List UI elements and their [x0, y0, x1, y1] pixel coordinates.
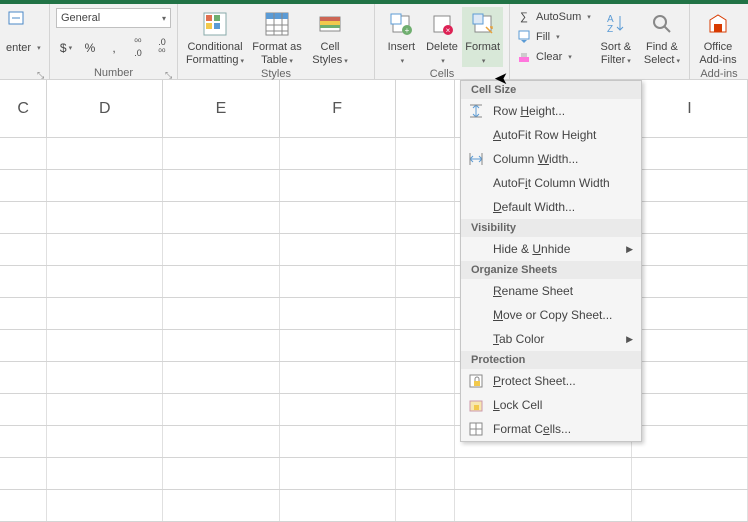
protect-sheet-icon	[467, 372, 485, 390]
conditional-formatting-icon	[200, 9, 230, 39]
column-width-icon	[467, 150, 485, 168]
eraser-icon	[516, 49, 532, 65]
currency-button[interactable]: $▾	[56, 38, 76, 58]
decrease-decimal-button[interactable]: .0⁰⁰	[152, 38, 172, 58]
lock-cell-icon	[467, 396, 485, 414]
menu-hide-unhide[interactable]: Hide & Unhide▶	[461, 237, 641, 261]
format-as-table-icon	[262, 9, 292, 39]
clear-button[interactable]: Clear▾	[516, 47, 591, 67]
styles-group-label: Styles	[261, 68, 291, 80]
column-header[interactable]: D	[47, 80, 163, 137]
format-dropdown-menu: Cell Size Row Height... AutoFit Row Heig…	[460, 80, 642, 442]
insert-button[interactable]: + Insert▾	[381, 7, 422, 67]
svg-text:+: +	[405, 26, 410, 35]
column-header[interactable]: E	[163, 80, 279, 137]
group-cells: + Insert▾ × Delete▾ Format▾ Cells	[375, 4, 510, 80]
autosum-button[interactable]: ∑AutoSum ▾	[516, 7, 591, 27]
menu-autofit-row[interactable]: AutoFit Row Height	[461, 123, 641, 147]
menu-tab-color[interactable]: Tab Color▶	[461, 327, 641, 351]
find-icon	[647, 9, 677, 39]
column-header[interactable]	[396, 80, 455, 137]
sort-filter-icon: AZ	[601, 9, 631, 39]
delete-icon: ×	[427, 9, 457, 39]
number-group-label: Number	[94, 67, 133, 79]
increase-decimal-button[interactable]: ⁰⁰.0	[128, 38, 148, 58]
menu-protect-sheet[interactable]: Protect Sheet...	[461, 369, 641, 393]
format-icon	[468, 9, 498, 39]
menu-lock-cell[interactable]: Lock Cell	[461, 393, 641, 417]
group-number: General ▾ $▾ % , ⁰⁰.0 .0⁰⁰ Number ⤡	[50, 4, 178, 80]
table-row[interactable]	[0, 490, 748, 522]
group-editing: ∑AutoSum ▾ Fill▾ Clear▾ AZ Sort & Filter…	[510, 4, 690, 80]
menu-default-width[interactable]: Default Width...	[461, 195, 641, 219]
group-addins: Office Add-ins Add-ins	[690, 4, 748, 80]
menu-header-cellsize: Cell Size	[461, 81, 641, 99]
cell-styles-button[interactable]: Cell Styles▾	[308, 7, 352, 67]
menu-header-organize: Organize Sheets	[461, 261, 641, 279]
column-header[interactable]: C	[0, 80, 47, 137]
menu-label: Row Height...	[493, 104, 565, 118]
menu-autofit-column[interactable]: AutoFit Column Width	[461, 171, 641, 195]
sort-filter-button[interactable]: AZ Sort & Filter▾	[595, 7, 637, 67]
office-addins-button[interactable]: Office Add-ins	[696, 7, 740, 67]
chevron-down-icon: ▾	[162, 14, 166, 23]
svg-text:Z: Z	[607, 24, 613, 35]
submenu-arrow-icon: ▶	[626, 244, 633, 255]
cell-styles-icon	[315, 9, 345, 39]
conditional-formatting-button[interactable]: Conditional Formatting▾	[184, 7, 246, 67]
store-icon	[703, 9, 733, 39]
merge-label: enter	[6, 42, 31, 54]
column-header[interactable]: F	[280, 80, 396, 137]
menu-header-protection: Protection	[461, 351, 641, 369]
menu-header-visibility: Visibility	[461, 219, 641, 237]
column-header[interactable]: I	[632, 80, 748, 137]
cells-group-label: Cells	[430, 68, 454, 80]
number-launcher[interactable]: ⤡	[165, 70, 175, 80]
fill-down-icon	[516, 29, 532, 45]
group-alignment: enter▾ ⤡	[0, 4, 50, 80]
merge-center-button[interactable]	[6, 8, 26, 28]
svg-text:×: ×	[446, 26, 451, 35]
alignment-launcher[interactable]: ⤡	[37, 70, 47, 80]
comma-button[interactable]: ,	[104, 38, 124, 58]
ribbon: enter▾ ⤡ General ▾ $▾ % , ⁰⁰.0 .0⁰⁰ Numb…	[0, 4, 748, 80]
insert-icon: +	[386, 9, 416, 39]
menu-move-copy[interactable]: Move or Copy Sheet...	[461, 303, 641, 327]
format-button[interactable]: Format▾	[462, 7, 503, 67]
format-cells-icon	[467, 420, 485, 438]
menu-column-width[interactable]: Column Width...	[461, 147, 641, 171]
fill-button[interactable]: Fill▾	[516, 27, 591, 47]
find-select-button[interactable]: Find & Select▾	[641, 7, 683, 67]
menu-rename-sheet[interactable]: Rename Sheet	[461, 279, 641, 303]
number-format-combo[interactable]: General ▾	[56, 8, 171, 28]
table-row[interactable]	[0, 458, 748, 490]
sigma-icon: ∑	[516, 9, 532, 25]
addins-group-label: Add-ins	[700, 68, 737, 80]
delete-button[interactable]: × Delete▾	[422, 7, 463, 67]
row-height-icon	[467, 102, 485, 120]
submenu-arrow-icon: ▶	[626, 334, 633, 345]
percent-button[interactable]: %	[80, 38, 100, 58]
menu-row-height[interactable]: Row Height...	[461, 99, 641, 123]
number-format-value: General	[61, 12, 100, 24]
format-as-table-button[interactable]: Format as Table▾	[246, 7, 308, 67]
group-styles: Conditional Formatting▾ Format as Table▾…	[178, 4, 375, 80]
menu-format-cells[interactable]: Format Cells...	[461, 417, 641, 441]
